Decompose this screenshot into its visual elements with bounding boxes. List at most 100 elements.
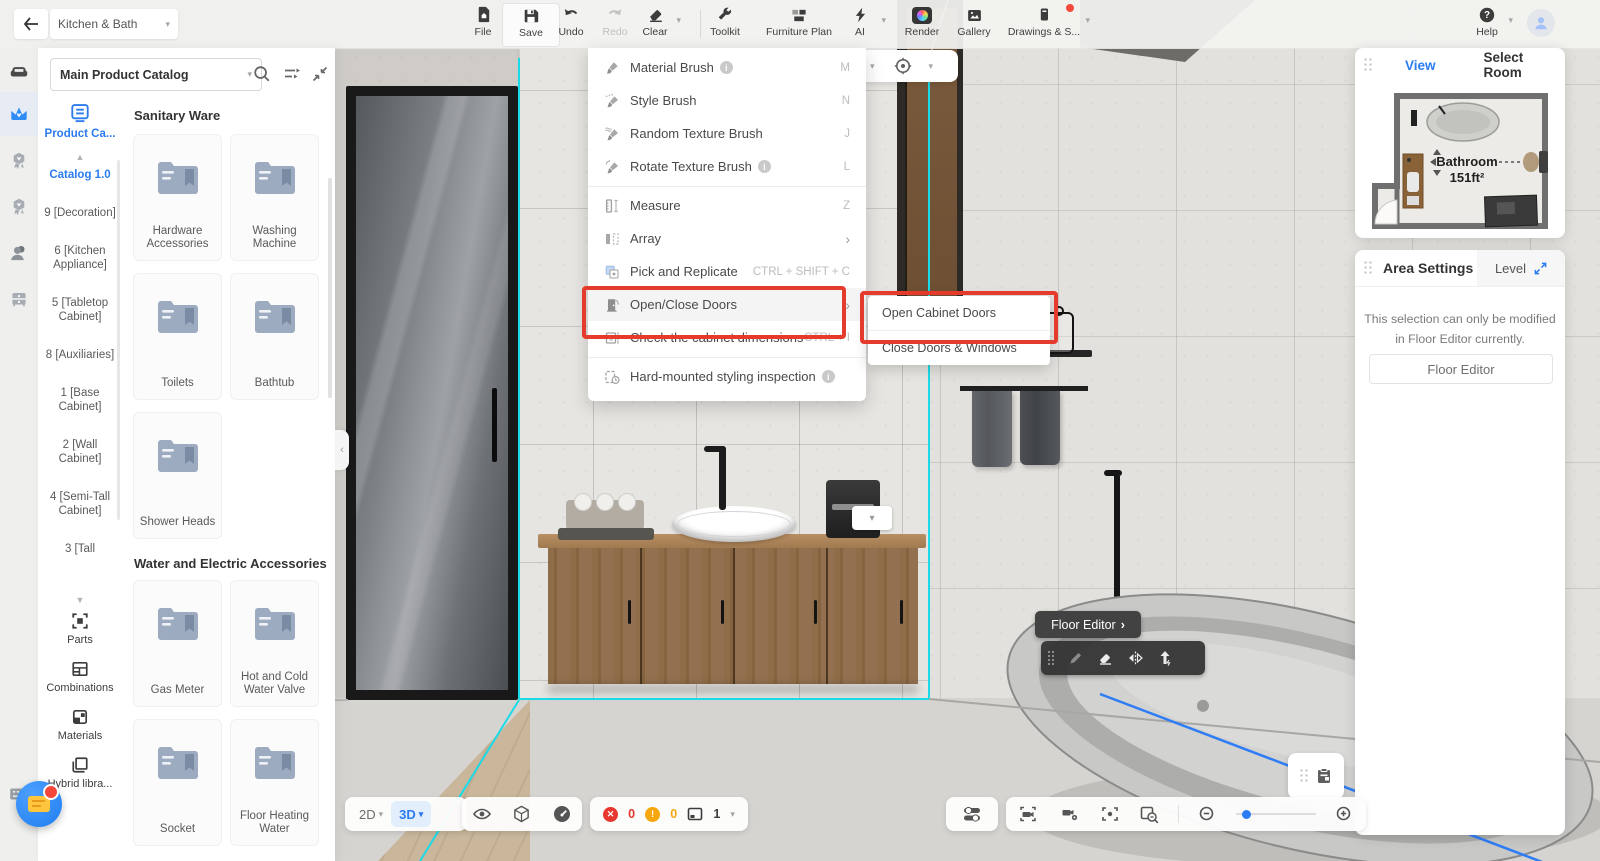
menu-item-measure[interactable]: Measure Z bbox=[588, 186, 866, 222]
catalog-card-toilets[interactable]: Toilets bbox=[133, 273, 222, 400]
cube-view-icon[interactable] bbox=[512, 804, 531, 824]
content-scrollbar[interactable] bbox=[328, 178, 332, 398]
scroll-up-icon[interactable]: ▲ bbox=[38, 152, 122, 162]
render-button[interactable]: Render bbox=[894, 3, 950, 45]
drag-handle[interactable] bbox=[1299, 768, 1309, 784]
zoom-region-icon[interactable] bbox=[1139, 805, 1160, 824]
eraser-tool-icon[interactable] bbox=[1097, 650, 1114, 666]
catalog-card-floor-heating-water[interactable]: Floor Heating Water bbox=[230, 719, 319, 846]
tab-select-room[interactable]: Select Room bbox=[1484, 50, 1565, 80]
scene-towel bbox=[1020, 391, 1060, 465]
category-8-auxiliaries[interactable]: 8 [Auxiliaries] bbox=[38, 348, 122, 362]
catalog-card-socket[interactable]: Socket bbox=[133, 719, 222, 846]
tab-parts[interactable]: Parts bbox=[38, 612, 122, 646]
zoom-out-icon[interactable] bbox=[1198, 805, 1217, 824]
menu-item-style-brush[interactable]: Style Brush N bbox=[588, 84, 866, 117]
raise-tool-icon[interactable] bbox=[1157, 650, 1173, 666]
category-catalog-1-0[interactable]: Catalog 1.0 bbox=[38, 168, 122, 182]
mode-2d-button[interactable]: 2D▾ bbox=[351, 801, 391, 827]
mode-3d-button[interactable]: 3D▾ bbox=[391, 801, 431, 827]
camera-settings-icon[interactable] bbox=[1059, 805, 1081, 823]
floor-editor-scene-button[interactable]: Floor Editor › bbox=[1035, 611, 1141, 638]
category-2-wall-cabinet[interactable]: 2 [Wall Cabinet] bbox=[38, 438, 122, 466]
tab-area-settings[interactable]: Area Settings bbox=[1383, 260, 1473, 276]
tab-level[interactable]: Level bbox=[1495, 261, 1526, 276]
search-icon[interactable] bbox=[252, 64, 272, 84]
chevron-down-icon[interactable]: ▾ bbox=[730, 810, 735, 819]
badge-icon[interactable] bbox=[8, 150, 30, 172]
expand-icon[interactable] bbox=[1534, 262, 1547, 275]
category-1-base-cabinet[interactable]: 1 [Base Cabinet] bbox=[38, 386, 122, 414]
help-button[interactable]: ? Help ▾ bbox=[1459, 3, 1515, 45]
catalog-select[interactable]: Main Product Catalog ▾ bbox=[50, 58, 262, 91]
tab-view[interactable]: View bbox=[1405, 58, 1436, 73]
category-6-kitchen-appliance[interactable]: 6 [Kitchen Appliance] bbox=[38, 244, 122, 272]
menu-item-random-texture-brush[interactable]: Random Texture Brush J bbox=[588, 117, 866, 150]
flip-tool-icon[interactable] bbox=[1127, 650, 1144, 666]
support-chat-button[interactable] bbox=[16, 781, 62, 827]
menu-item-material-brush[interactable]: Material Brush i M bbox=[588, 51, 866, 84]
menu-item-open-close-doors[interactable]: Open/Close Doors › bbox=[588, 288, 866, 321]
camera-target-icon[interactable] bbox=[893, 56, 913, 76]
menu-item-pick-and-replicate[interactable]: Pick and Replicate CTRL + SHIFT + C bbox=[588, 255, 866, 288]
visibility-eye-icon[interactable] bbox=[472, 805, 492, 823]
submenu-item-open-cabinet-doors[interactable]: Open Cabinet Doors bbox=[868, 296, 1050, 330]
menu-item-rotate-texture-brush[interactable]: Rotate Texture Brush i L bbox=[588, 150, 866, 183]
performance-gauge-icon[interactable] bbox=[552, 804, 572, 824]
catalog-card-bathtub[interactable]: Bathtub bbox=[230, 273, 319, 400]
tab-materials[interactable]: Materials bbox=[38, 708, 122, 742]
premium-crown-icon[interactable] bbox=[8, 103, 30, 125]
storage-cabinet-icon[interactable] bbox=[8, 288, 30, 310]
back-button[interactable] bbox=[14, 9, 48, 39]
chevron-down-icon[interactable]: ▾ bbox=[870, 62, 875, 71]
scroll-down-icon[interactable]: ▼ bbox=[38, 595, 122, 605]
designers-icon[interactable] bbox=[8, 242, 30, 264]
zoom-slider-handle[interactable] bbox=[1242, 810, 1251, 819]
clipboard-button[interactable] bbox=[1288, 753, 1344, 799]
category-4-semi-tall-cabinet[interactable]: 4 [Semi-Tall Cabinet] bbox=[38, 490, 122, 518]
canvas-item-dropdown-button[interactable]: ▾ bbox=[852, 506, 892, 530]
tab-combinations[interactable]: Combinations bbox=[38, 660, 122, 694]
drag-handle[interactable] bbox=[1363, 260, 1373, 276]
chevron-down-icon[interactable]: ▾ bbox=[929, 62, 934, 71]
issue-counters-bar[interactable]: ✕ 0 ! 0 1 ▾ bbox=[590, 797, 748, 831]
zoom-slider[interactable] bbox=[1236, 813, 1316, 815]
focus-center-icon[interactable] bbox=[1100, 805, 1120, 823]
gallery-button[interactable]: Gallery bbox=[946, 3, 1002, 45]
ai-button[interactable]: AI ▾ bbox=[832, 3, 888, 45]
camera-view-select-icon[interactable] bbox=[1018, 805, 1040, 823]
badge-icon-2[interactable] bbox=[8, 196, 30, 218]
panel-collapse-handle[interactable]: ‹ bbox=[335, 430, 349, 470]
category-3-tall[interactable]: 3 [Tall bbox=[38, 542, 122, 556]
catalog-card-shower-heads[interactable]: Shower Heads bbox=[133, 412, 222, 539]
tab-product-catalog[interactable]: Product Ca... bbox=[38, 102, 122, 140]
menu-item-array[interactable]: Array › bbox=[588, 222, 866, 255]
render-settings-toggle[interactable] bbox=[946, 797, 998, 831]
category-5-tabletop-cabinet[interactable]: 5 [Tabletop Cabinet] bbox=[38, 296, 122, 324]
toolkit-button[interactable]: Toolkit bbox=[697, 3, 753, 45]
pencil-tool-icon[interactable] bbox=[1068, 650, 1084, 666]
catalog-card-hardware-accessories[interactable]: Hardware Accessories bbox=[133, 134, 222, 261]
floor-editor-button[interactable]: Floor Editor bbox=[1369, 354, 1553, 384]
submenu-item-close-doors-windows[interactable]: Close Doors & Windows bbox=[868, 330, 1050, 365]
catalog-card-gas-meter[interactable]: Gas Meter bbox=[133, 580, 222, 707]
category-9-decoration[interactable]: 9 [Decoration] bbox=[38, 206, 122, 220]
floorplan-minimap[interactable]: Bathroom 151ft² bbox=[1367, 88, 1553, 234]
collapse-panel-icon[interactable] bbox=[310, 64, 330, 84]
drag-handle[interactable] bbox=[1363, 57, 1373, 73]
menu-item-check-the-cabinet-dimensions[interactable]: 1 Check the cabinet dimensions CTRL + I bbox=[588, 321, 866, 354]
rail-scrollbar[interactable] bbox=[117, 160, 120, 520]
furniture-library-icon[interactable] bbox=[8, 60, 30, 82]
drag-handle[interactable] bbox=[1047, 650, 1055, 666]
filter-icon[interactable] bbox=[282, 64, 302, 84]
drawings-button[interactable]: Drawings & S... ▾ bbox=[1002, 3, 1086, 45]
clear-button[interactable]: Clear ▾ bbox=[627, 3, 683, 45]
catalog-card-washing-machine[interactable]: Washing Machine bbox=[230, 134, 319, 261]
zoom-in-icon[interactable] bbox=[1335, 805, 1354, 824]
furniture-plan-button[interactable]: Furniture Plan bbox=[760, 3, 838, 45]
redo-icon bbox=[605, 3, 625, 24]
catalog-card-hot-and-cold-water-valve[interactable]: Hot and Cold Water Valve bbox=[230, 580, 319, 707]
menu-item-hard-mounted-styling-inspection[interactable]: Hard-mounted styling inspection i bbox=[588, 357, 866, 393]
project-selector[interactable]: Kitchen & Bath ▾ bbox=[50, 9, 178, 39]
user-avatar[interactable] bbox=[1527, 9, 1555, 37]
